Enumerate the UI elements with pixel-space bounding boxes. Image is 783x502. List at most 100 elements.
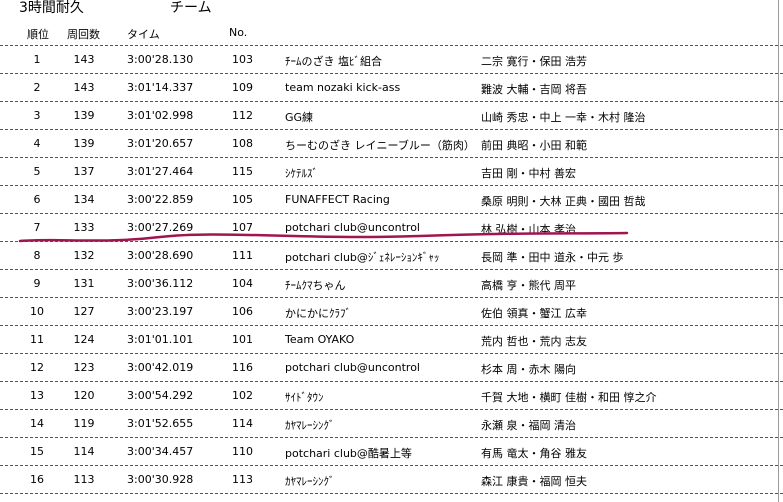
column-header-number: No.: [229, 26, 248, 39]
cell-drivers: 千賀 大地・横町 佳樹・和田 惇之介: [481, 391, 657, 404]
cell-number: 103: [232, 53, 253, 66]
cell-number: 105: [232, 193, 253, 206]
cell-laps: 119: [73, 417, 95, 430]
cell-laps: 139: [73, 109, 95, 122]
cell-number: 108: [232, 137, 253, 150]
cell-team: ｻｲﾄﾞﾀｳﾝ: [285, 391, 324, 404]
cell-number: 109: [232, 81, 253, 94]
cell-team: potchari club@uncontrol: [285, 221, 420, 234]
cell-rank: 6: [33, 193, 41, 206]
cell-number: 106: [232, 305, 253, 318]
table-row: 11 124 3:01'01.101 101 Team OYAKO 荒内 哲也・荒内 志友: [0, 326, 783, 354]
cell-team: team nozaki kick-ass: [285, 81, 401, 94]
cell-drivers: 永瀬 泉・福岡 清治: [481, 419, 576, 432]
cell-laps: 114: [73, 445, 95, 458]
cell-team: ｶﾔﾏﾚｰｼﾝｸﾞ: [285, 419, 335, 432]
cell-number: 115: [232, 165, 253, 178]
cell-team: Team OYAKO: [285, 333, 355, 346]
cell-drivers: 有馬 竜太・角谷 雅友: [481, 447, 587, 460]
table-row: 8 132 3:00'28.690 111 potchari club@ｼﾞｪﾈﾚｰｼｮ…: [0, 242, 783, 270]
cell-time: 3:00'54.292: [127, 389, 194, 402]
cell-drivers: 杉本 周・赤木 陽向: [481, 363, 576, 376]
cell-laps: 143: [73, 81, 95, 94]
cell-team: ちーむのざき レイニーブルー（筋肉）: [285, 139, 475, 152]
cell-time: 3:01'01.101: [127, 333, 194, 346]
table-row: 13 120 3:00'54.292 102 ｻｲﾄﾞﾀｳﾝ 千賀 大地・横町 佳樹・和田…: [0, 382, 783, 410]
cell-team: ﾁｰﾑのざき 塩ﾋﾞ組合: [285, 55, 382, 68]
table-row: 15 114 3:00'34.457 110 potchari club@酷暑上等 有馬 …: [0, 438, 783, 466]
table-row: 4 139 3:01'20.657 108 ちーむのざき レイニーブルー（筋肉） 前田 典…: [0, 130, 783, 158]
cell-laps: 120: [73, 389, 95, 402]
cell-number: 112: [232, 109, 253, 122]
cell-team: ｼｹﾃﾙｽﾞ: [285, 167, 318, 180]
column-header-laps: 周回数: [67, 28, 100, 41]
cell-drivers: 高橋 亨・熊代 周平: [481, 279, 576, 292]
table-row: 16 113 3:00'30.928 113 ｶﾔﾏﾚｰｼﾝｸﾞ 森江 康貴・福岡 恒夫: [0, 466, 783, 494]
cell-team: FUNAFFECT Racing: [285, 193, 390, 206]
cell-time: 3:00'30.928: [127, 473, 194, 486]
cell-rank: 5: [33, 165, 41, 178]
table-row: 2 143 3:01'14.337 109 team nozaki kick-ass 難波…: [0, 74, 783, 102]
cell-time: 3:01'52.655: [127, 417, 194, 430]
cell-rank: 12: [30, 361, 44, 374]
cell-team: potchari club@酷暑上等: [285, 447, 412, 460]
cell-rank: 15: [30, 445, 44, 458]
cell-laps: 113: [73, 473, 95, 486]
cell-drivers: 桑原 明則・大林 正典・國田 哲哉: [481, 195, 646, 208]
table-row: 7 133 3:00'27.269 107 potchari club@uncontro…: [0, 214, 783, 242]
cell-laps: 143: [73, 53, 95, 66]
cell-rank: 9: [33, 277, 41, 290]
cell-team: ﾁｰﾑｸﾏちゃん: [285, 279, 346, 292]
category-title: チーム: [170, 0, 212, 16]
cell-laps: 127: [73, 305, 95, 318]
cell-time: 3:01'14.337: [127, 81, 194, 94]
table-row: 1 143 3:00'28.130 103 ﾁｰﾑのざき 塩ﾋﾞ組合 二宗 寛行・保田 浩…: [0, 45, 783, 74]
cell-rank: 1: [33, 53, 41, 66]
cell-rank: 3: [33, 109, 41, 122]
cell-time: 3:00'28.130: [127, 53, 194, 66]
cell-number: 114: [232, 417, 253, 430]
cell-rank: 8: [33, 249, 41, 262]
table-row: 6 134 3:00'22.859 105 FUNAFFECT Racing 桑原 明則・…: [0, 186, 783, 214]
cell-laps: 131: [73, 277, 95, 290]
cell-number: 104: [232, 277, 253, 290]
cell-drivers: 山崎 秀忠・中上 一幸・木村 隆治: [481, 111, 646, 124]
cell-rank: 16: [30, 473, 44, 486]
table-row: 14 119 3:01'52.655 114 ｶﾔﾏﾚｰｼﾝｸﾞ 永瀬 泉・福岡 清治: [0, 410, 783, 438]
cell-rank: 2: [33, 81, 41, 94]
cell-number: 101: [232, 333, 253, 346]
cell-rank: 14: [30, 417, 44, 430]
cell-rank: 7: [33, 221, 41, 234]
cell-team: かにかにｸﾗﾌﾞ: [285, 307, 351, 320]
cell-time: 3:01'02.998: [127, 109, 194, 122]
column-header-time: タイム: [127, 28, 160, 41]
results-table: 1 143 3:00'28.130 103 ﾁｰﾑのざき 塩ﾋﾞ組合 二宗 寛行・保田 浩…: [0, 45, 783, 494]
cell-team: ｶﾔﾏﾚｰｼﾝｸﾞ: [285, 475, 335, 488]
cell-drivers: 佐伯 領真・蟹江 広幸: [481, 307, 587, 320]
cell-time: 3:00'28.690: [127, 249, 194, 262]
cell-time: 3:01'27.464: [127, 165, 194, 178]
cell-rank: 4: [33, 137, 41, 150]
cell-rank: 13: [30, 389, 44, 402]
cell-laps: 139: [73, 137, 95, 150]
cell-time: 3:01'20.657: [127, 137, 194, 150]
table-row: 9 131 3:00'36.112 104 ﾁｰﾑｸﾏちゃん 高橋 亨・熊代 周平: [0, 270, 783, 298]
cell-drivers: 二宗 寛行・保田 浩芳: [481, 55, 587, 68]
cell-drivers: 吉田 剛・中村 善宏: [481, 167, 576, 180]
cell-laps: 133: [73, 221, 95, 234]
cell-rank: 11: [30, 333, 44, 346]
cell-drivers: 難波 大輔・吉岡 将吾: [481, 83, 587, 96]
cell-number: 111: [232, 249, 253, 262]
cell-number: 113: [232, 473, 253, 486]
cell-time: 3:00'34.457: [127, 445, 194, 458]
cell-laps: 132: [73, 249, 95, 262]
cell-team: GG練: [285, 111, 314, 124]
cell-number: 102: [232, 389, 253, 402]
column-header-rank: 順位: [27, 28, 49, 41]
cell-drivers: 林 弘樹・山本 孝治: [481, 223, 576, 236]
cell-laps: 134: [73, 193, 95, 206]
table-row: 5 137 3:01'27.464 115 ｼｹﾃﾙｽﾞ 吉田 剛・中村 善宏: [0, 158, 783, 186]
cell-drivers: 長岡 準・田中 道永・中元 歩: [481, 251, 624, 264]
cell-laps: 124: [73, 333, 95, 346]
cell-laps: 137: [73, 165, 95, 178]
